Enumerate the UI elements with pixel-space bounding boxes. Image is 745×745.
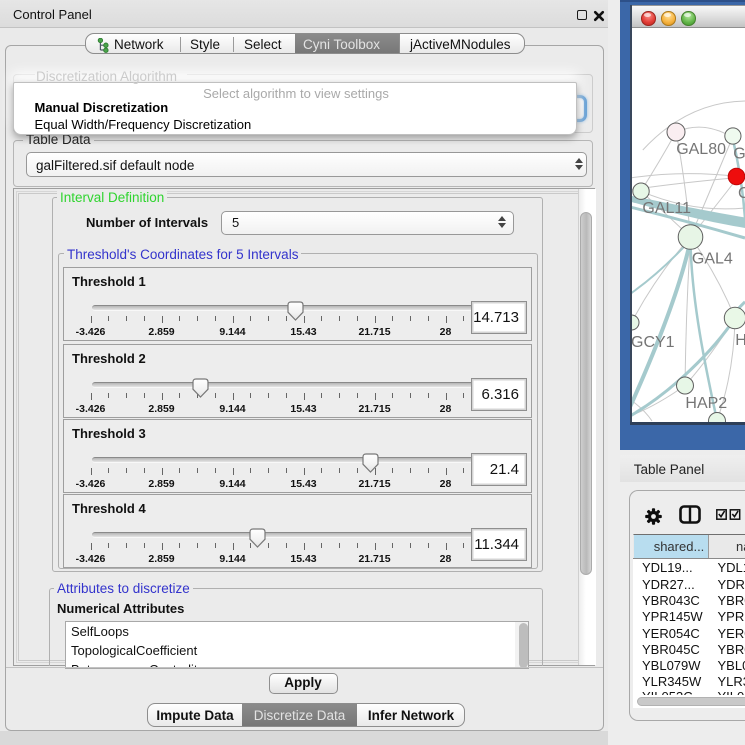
svg-text:GAL4: GAL4 [692, 250, 733, 267]
svg-text:HAP2: HAP2 [685, 394, 727, 411]
svg-text:GA: GA [733, 145, 745, 162]
svg-text:C: C [738, 185, 745, 202]
svg-text:GCY1: GCY1 [632, 333, 675, 350]
svg-text:GAL80: GAL80 [676, 140, 726, 157]
svg-text:GAL11: GAL11 [642, 200, 691, 217]
svg-text:H: H [735, 332, 745, 349]
